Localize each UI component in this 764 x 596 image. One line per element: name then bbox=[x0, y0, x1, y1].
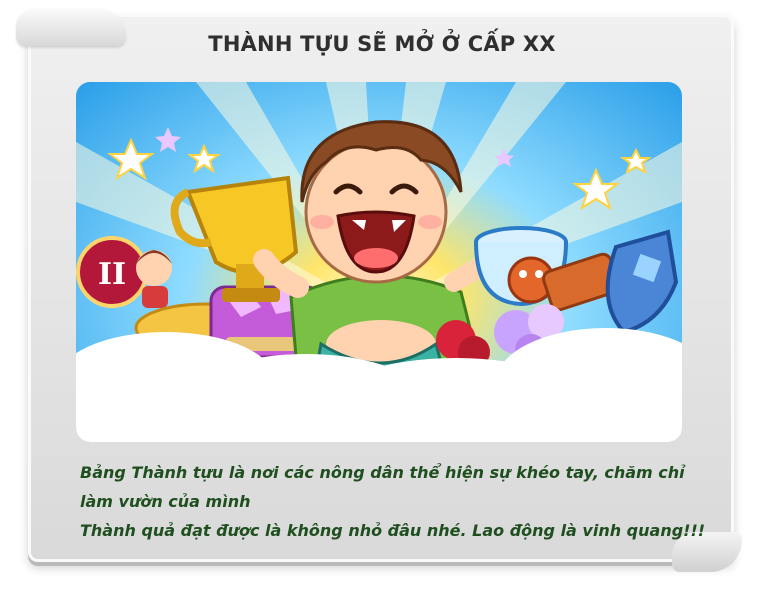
girl-character-icon bbox=[136, 250, 172, 308]
description-line-1: Bảng Thành tựu là nơi các nông dân thể h… bbox=[80, 463, 685, 482]
svg-text:II: II bbox=[98, 257, 126, 292]
blue-shield-icon bbox=[605, 229, 679, 335]
panel-title: THÀNH TỰU SẼ MỞ Ở CẤP XX bbox=[208, 32, 556, 56]
achievement-description: Bảng Thành tựu là nơi các nông dân thể h… bbox=[80, 458, 706, 545]
description-line-3: Thành quả đạt được là không nhỏ đâu nhé.… bbox=[80, 521, 706, 540]
gemini-badge-icon: II bbox=[76, 236, 148, 308]
achievement-locked-panel: THÀNH TỰU SẼ MỞ Ở CẤP XX II Bảng Thành t… bbox=[0, 0, 764, 596]
description-line-2: làm vườn của mình bbox=[80, 492, 251, 511]
achievement-illustration: II bbox=[76, 82, 682, 442]
